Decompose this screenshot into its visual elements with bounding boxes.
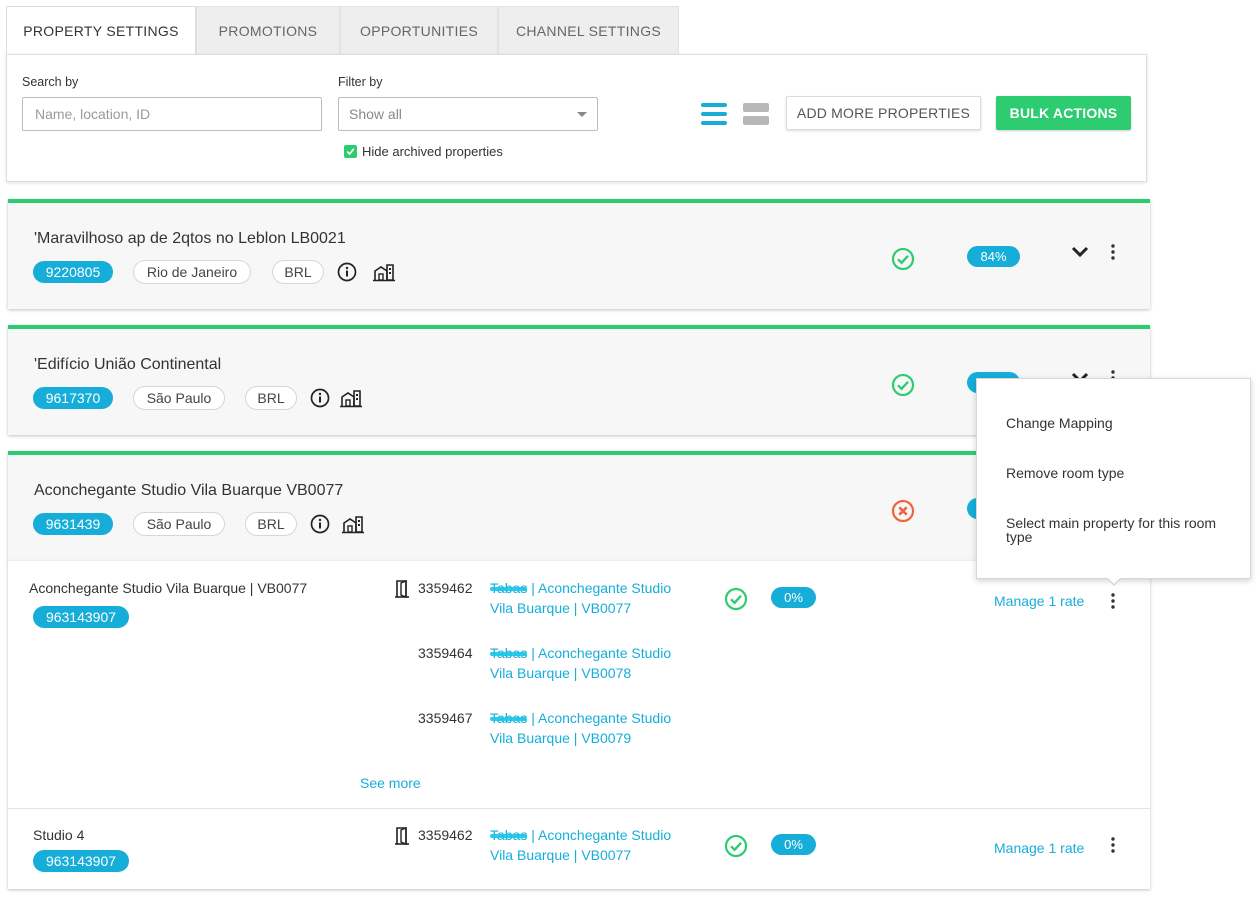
manage-rate-link[interactable]: Manage 1 rate xyxy=(994,593,1084,609)
filter-label: Filter by xyxy=(338,75,383,89)
mapping-link-line1: | Aconchegante Studio xyxy=(527,580,672,596)
room-type-id-badge: 963143907 xyxy=(33,606,129,628)
property-id-badge: 9220805 xyxy=(33,261,113,283)
mapping-id: 3359462 xyxy=(418,580,473,596)
info-icon[interactable] xyxy=(309,387,331,409)
city-badge: São Paulo xyxy=(133,512,225,536)
more-vertical-icon[interactable] xyxy=(1103,240,1123,264)
mapping-id: 3359464 xyxy=(418,645,473,661)
completion-badge: 0% xyxy=(771,587,816,608)
currency-badge: BRL xyxy=(272,260,324,284)
building-icon[interactable] xyxy=(339,387,363,409)
check-circle-icon xyxy=(723,833,749,859)
checkbox-icon[interactable] xyxy=(344,145,357,158)
mapping-id: 3359462 xyxy=(418,827,473,843)
card-view-icon[interactable] xyxy=(741,100,771,128)
mapping-struck-text: Tabas xyxy=(490,580,528,596)
tab-bar: PROPERTY SETTINGS PROMOTIONS OPPORTUNITI… xyxy=(6,6,679,54)
currency-badge: BRL xyxy=(245,512,297,536)
row-divider xyxy=(8,808,1150,809)
menu-item-remove-room-type[interactable]: Remove room type xyxy=(1006,466,1236,480)
city-badge: São Paulo xyxy=(133,386,225,410)
property-title: 'Maravilhoso ap de 2qtos no Leblon LB002… xyxy=(34,230,346,247)
property-id-badge: 9631439 xyxy=(33,513,113,535)
room-type-title: Studio 4 xyxy=(33,827,85,843)
room-type-id-badge: 963143907 xyxy=(33,850,129,872)
property-id-badge: 9617370 xyxy=(33,387,113,409)
filter-panel: Search by Filter by Show all Hide archiv… xyxy=(6,54,1147,182)
tab-property-settings[interactable]: PROPERTY SETTINGS xyxy=(6,6,196,54)
mapping-link[interactable]: Tabas | Aconchegante Studio Vila Buarque … xyxy=(490,578,700,618)
context-menu: Change Mapping Remove room type Select m… xyxy=(976,378,1251,579)
check-circle-icon xyxy=(723,586,749,612)
completion-badge: 0% xyxy=(771,834,816,855)
room-type-list: Aconchegante Studio Vila Buarque | VB007… xyxy=(8,561,1150,889)
mapping-link-line1: | Aconchegante Studio xyxy=(527,645,672,661)
mapping-link[interactable]: Tabas | Aconchegante Studio Vila Buarque … xyxy=(490,708,700,748)
filter-select[interactable]: Show all xyxy=(338,97,598,131)
completion-badge: 84% xyxy=(967,246,1020,267)
tab-channel-settings[interactable]: CHANNEL SETTINGS xyxy=(498,6,679,54)
list-view-icon[interactable] xyxy=(699,100,729,128)
check-circle-icon xyxy=(890,246,916,272)
more-vertical-icon[interactable] xyxy=(1103,833,1123,857)
building-icon[interactable] xyxy=(372,261,396,283)
city-badge: Rio de Janeiro xyxy=(133,260,251,284)
mapping-link-line1: | Aconchegante Studio xyxy=(527,710,672,726)
building-icon[interactable] xyxy=(341,513,365,535)
tab-opportunities[interactable]: OPPORTUNITIES xyxy=(340,6,498,54)
property-title: Aconchegante Studio Vila Buarque VB0077 xyxy=(34,482,344,499)
door-icon xyxy=(394,579,412,599)
mapping-link-line1: | Aconchegante Studio xyxy=(527,827,672,843)
menu-item-change-mapping[interactable]: Change Mapping xyxy=(1006,416,1236,430)
info-icon[interactable] xyxy=(336,261,358,283)
mapping-struck-text: Tabas xyxy=(490,827,528,843)
hide-archived-label: Hide archived properties xyxy=(362,144,503,159)
mapping-link[interactable]: Tabas | Aconchegante Studio Vila Buarque … xyxy=(490,825,700,865)
hide-archived-toggle[interactable]: Hide archived properties xyxy=(344,144,503,159)
info-icon[interactable] xyxy=(309,513,331,535)
mapping-struck-text: Tabas xyxy=(490,710,528,726)
search-input[interactable] xyxy=(22,97,322,131)
mapping-link-line2: Vila Buarque | VB0078 xyxy=(490,665,632,681)
tab-promotions[interactable]: PROMOTIONS xyxy=(196,6,340,54)
mapping-link-line2: Vila Buarque | VB0077 xyxy=(490,847,632,863)
see-more-link[interactable]: See more xyxy=(360,775,421,791)
mapping-struck-text: Tabas xyxy=(490,645,528,661)
mapping-id: 3359467 xyxy=(418,710,473,726)
menu-item-select-main-property[interactable]: Select main property for this room type xyxy=(1006,516,1236,544)
search-label: Search by xyxy=(22,75,79,89)
currency-badge: BRL xyxy=(245,386,297,410)
error-circle-icon xyxy=(890,498,916,524)
bulk-actions-button[interactable]: BULK ACTIONS xyxy=(996,96,1131,130)
mapping-link-line2: Vila Buarque | VB0079 xyxy=(490,730,632,746)
mapping-link[interactable]: Tabas | Aconchegante Studio Vila Buarque … xyxy=(490,643,700,683)
property-title: 'Edifício União Continental xyxy=(34,356,222,373)
manage-rate-link[interactable]: Manage 1 rate xyxy=(994,840,1084,856)
filter-select-value: Show all xyxy=(349,106,402,122)
mapping-link-line2: Vila Buarque | VB0077 xyxy=(490,600,632,616)
room-type-title: Aconchegante Studio Vila Buarque | VB007… xyxy=(29,580,308,596)
menu-pointer-fill xyxy=(1107,577,1121,584)
more-vertical-icon[interactable] xyxy=(1103,589,1123,613)
property-card: 'Maravilhoso ap de 2qtos no Leblon LB002… xyxy=(8,199,1150,309)
check-circle-icon xyxy=(890,372,916,398)
add-more-properties-button[interactable]: ADD MORE PROPERTIES xyxy=(786,96,981,130)
chevron-down-icon xyxy=(577,112,587,117)
door-icon xyxy=(394,826,412,846)
chevron-down-icon[interactable] xyxy=(1068,240,1092,264)
